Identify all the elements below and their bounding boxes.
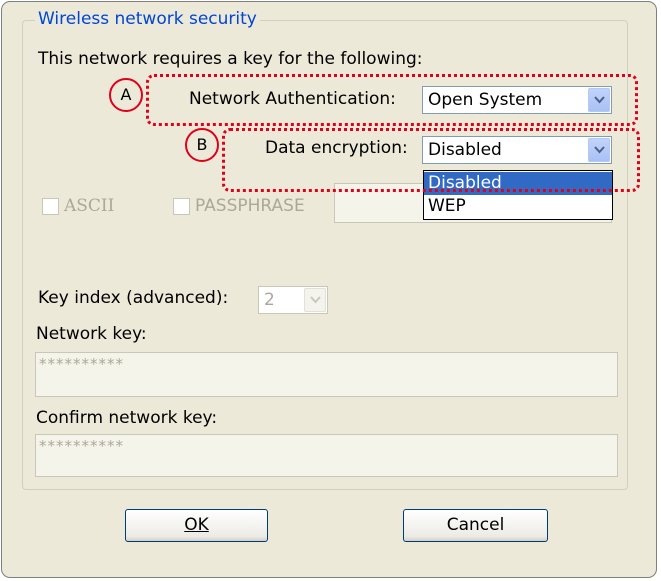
ascii-label: ASCII — [64, 196, 115, 216]
chevron-down-icon — [304, 288, 326, 312]
option-wep[interactable]: WEP — [424, 195, 612, 218]
group-title: Wireless network security — [35, 9, 260, 29]
annotation-label-b: B — [185, 128, 219, 162]
network-key-label: Network key: — [36, 324, 147, 344]
annotation-box-a — [146, 74, 638, 126]
cancel-button[interactable]: Cancel — [403, 509, 548, 542]
key-index-label: Key index (advanced): — [38, 288, 229, 308]
ok-button[interactable]: OK — [125, 509, 268, 542]
annotation-box-b — [222, 128, 640, 192]
passphrase-checkbox[interactable] — [173, 198, 190, 215]
key-index-select[interactable]: 2 — [258, 286, 328, 314]
confirm-network-key-input[interactable]: ********** — [35, 434, 618, 477]
network-key-input[interactable]: ********** — [35, 352, 618, 397]
ascii-checkbox[interactable] — [42, 198, 59, 215]
passphrase-label: PASSPHRASE — [195, 196, 305, 216]
cancel-button-label: Cancel — [446, 515, 505, 535]
wireless-security-dialog: Wireless network security This network r… — [1, 1, 657, 578]
ok-button-label: OK — [184, 515, 209, 535]
confirm-network-key-label: Confirm network key: — [36, 408, 218, 428]
key-index-value: 2 — [264, 290, 275, 310]
confirm-network-key-value: ********** — [39, 437, 124, 455]
network-key-value: ********** — [39, 355, 124, 373]
intro-text: This network requires a key for the foll… — [38, 49, 423, 69]
annotation-label-a: A — [109, 78, 143, 112]
